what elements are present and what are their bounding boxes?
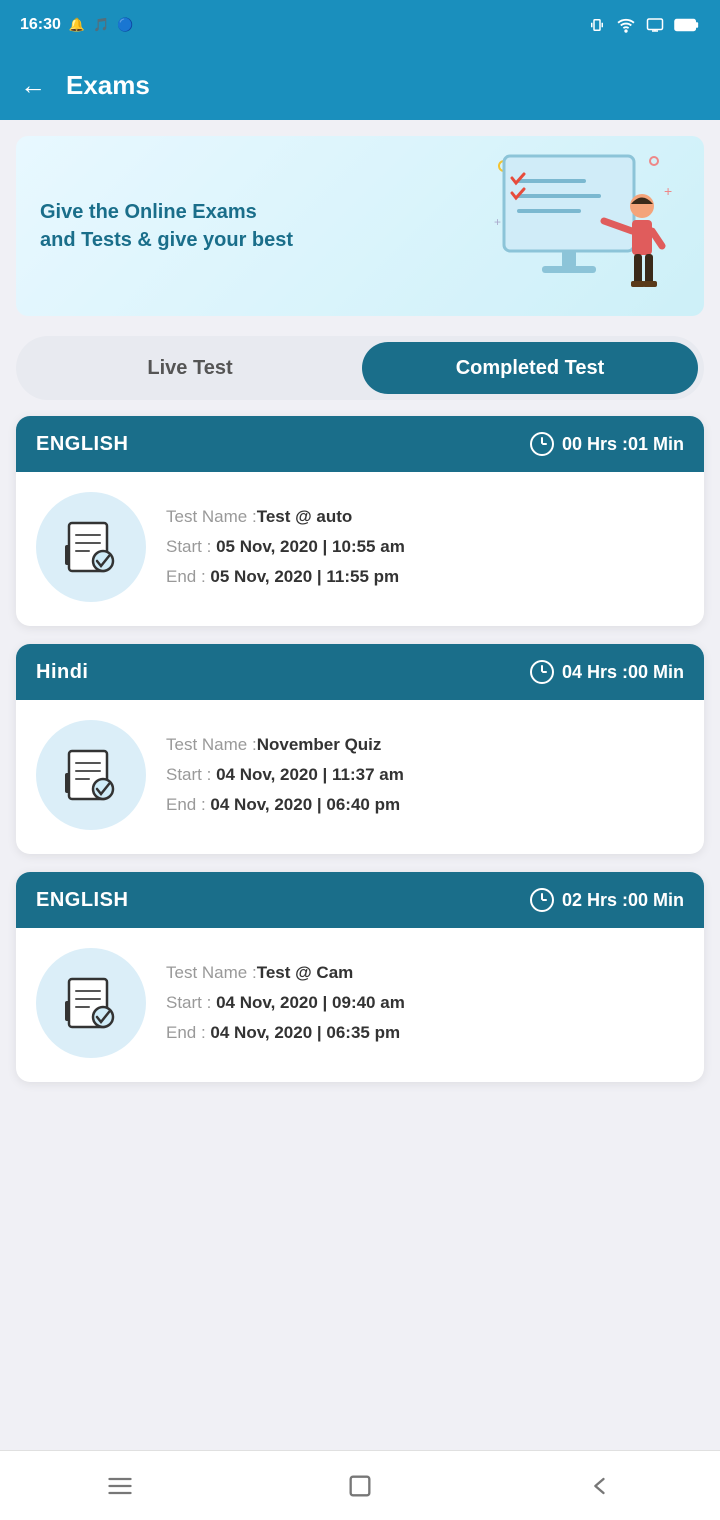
page-title: Exams <box>66 70 150 101</box>
status-bar: 16:30 🔔 🎵 🔵 <box>0 0 720 50</box>
status-right <box>588 16 700 34</box>
test-icon-3 <box>59 971 124 1036</box>
back-button[interactable]: ← <box>20 70 46 101</box>
start-row-2: Start : 04 Nov, 2020 | 11:37 am <box>166 765 684 785</box>
card-duration-2: 04 Hrs :00 Min <box>530 660 684 684</box>
clock-icon-1 <box>530 432 554 456</box>
end-row-2: End : 04 Nov, 2020 | 06:40 pm <box>166 795 684 815</box>
vibrate-icon <box>588 16 606 34</box>
cards-container: ENGLISH 00 Hrs :01 Min T <box>0 400 720 1098</box>
app-header: ← Exams <box>0 50 720 120</box>
card-body-1: Test Name :Test @ auto Start : 05 Nov, 2… <box>16 472 704 626</box>
card-duration-1: 00 Hrs :01 Min <box>530 432 684 456</box>
test-icon-1 <box>59 515 124 580</box>
card-header-1: ENGLISH 00 Hrs :01 Min <box>16 416 704 472</box>
clock-icon-3 <box>530 888 554 912</box>
status-icon-3: 🔵 <box>117 17 133 33</box>
hamburger-icon <box>106 1472 134 1500</box>
tab-live-test[interactable]: Live Test <box>22 342 358 394</box>
wifi-icon <box>616 16 636 34</box>
banner-illustration: + + <box>484 146 684 306</box>
exam-card-3[interactable]: ENGLISH 02 Hrs :00 Min T <box>16 872 704 1082</box>
status-left: 16:30 🔔 🎵 🔵 <box>20 16 133 34</box>
status-icon-1: 🔔 <box>69 17 85 33</box>
tabs-container: Live Test Completed Test <box>16 336 704 400</box>
status-icon-2: 🎵 <box>93 17 109 33</box>
card-info-1: Test Name :Test @ auto Start : 05 Nov, 2… <box>166 507 684 587</box>
banner-text: Give the Online Examsand Tests & give yo… <box>40 198 293 254</box>
card-header-2: Hindi 04 Hrs :00 Min <box>16 644 704 700</box>
tab-completed-test[interactable]: Completed Test <box>362 342 698 394</box>
bottom-navigation <box>0 1450 720 1520</box>
status-time: 16:30 <box>20 16 61 34</box>
card-subject-1: ENGLISH <box>36 433 128 456</box>
test-name-row-3: Test Name :Test @ Cam <box>166 963 684 983</box>
card-icon-wrap-1 <box>36 492 146 602</box>
test-icon-2 <box>59 743 124 808</box>
card-body-2: Test Name :November Quiz Start : 04 Nov,… <box>16 700 704 854</box>
card-icon-wrap-3 <box>36 948 146 1058</box>
start-row-3: Start : 04 Nov, 2020 | 09:40 am <box>166 993 684 1013</box>
card-info-3: Test Name :Test @ Cam Start : 04 Nov, 20… <box>166 963 684 1043</box>
card-icon-wrap-2 <box>36 720 146 830</box>
end-row-1: End : 05 Nov, 2020 | 11:55 pm <box>166 567 684 587</box>
battery-icon <box>674 17 700 33</box>
nav-menu-button[interactable] <box>100 1466 140 1506</box>
exam-card-1[interactable]: ENGLISH 00 Hrs :01 Min T <box>16 416 704 626</box>
card-subject-2: Hindi <box>36 661 89 684</box>
test-name-row-2: Test Name :November Quiz <box>166 735 684 755</box>
svg-text:+: + <box>494 215 501 229</box>
monitor-svg: + + <box>484 146 684 306</box>
screen-icon <box>646 16 664 34</box>
card-info-2: Test Name :November Quiz Start : 04 Nov,… <box>166 735 684 815</box>
svg-text:+: + <box>664 183 672 199</box>
card-body-3: Test Name :Test @ Cam Start : 04 Nov, 20… <box>16 928 704 1082</box>
exam-card-2[interactable]: Hindi 04 Hrs :00 Min Tes <box>16 644 704 854</box>
nav-home-button[interactable] <box>340 1466 380 1506</box>
start-row-1: Start : 05 Nov, 2020 | 10:55 am <box>166 537 684 557</box>
square-icon <box>346 1472 374 1500</box>
nav-back-button[interactable] <box>580 1466 620 1506</box>
promo-banner: Give the Online Examsand Tests & give yo… <box>16 136 704 316</box>
clock-icon-2 <box>530 660 554 684</box>
card-duration-3: 02 Hrs :00 Min <box>530 888 684 912</box>
card-subject-3: ENGLISH <box>36 889 128 912</box>
test-name-row-1: Test Name :Test @ auto <box>166 507 684 527</box>
card-header-3: ENGLISH 02 Hrs :00 Min <box>16 872 704 928</box>
back-triangle-icon <box>586 1472 614 1500</box>
end-row-3: End : 04 Nov, 2020 | 06:35 pm <box>166 1023 684 1043</box>
